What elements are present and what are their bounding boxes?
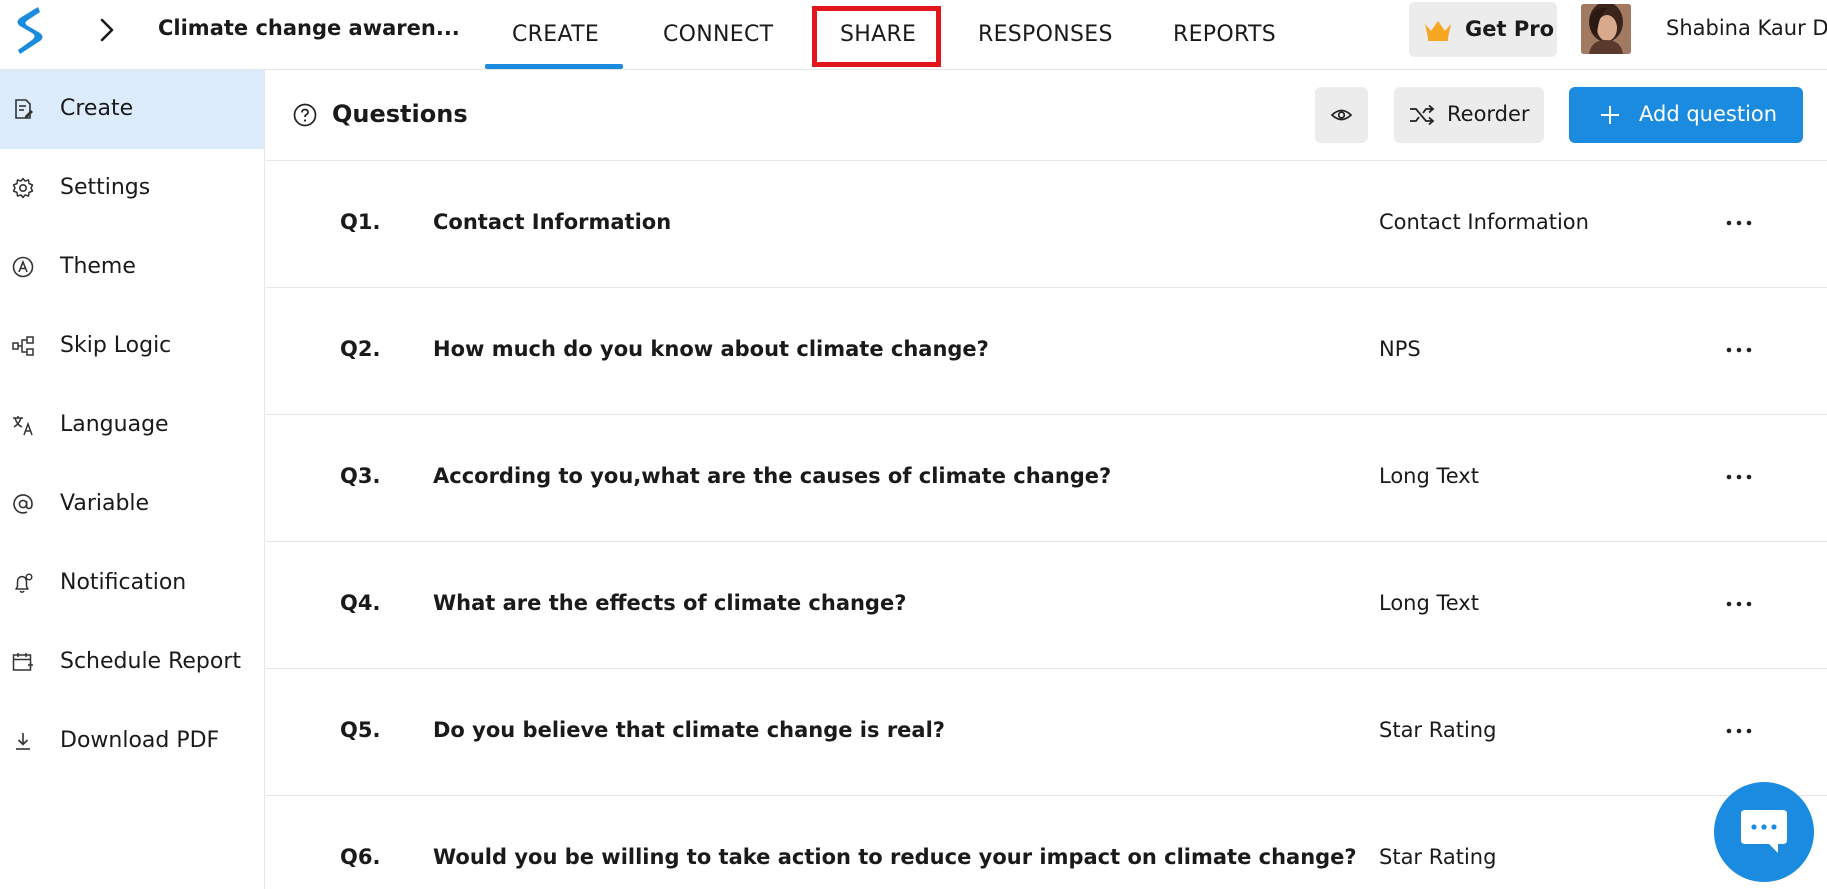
sidebar-item-label: Schedule Report <box>60 649 242 674</box>
question-number: Q2. <box>340 337 381 361</box>
at-icon <box>13 494 33 514</box>
question-number: Q6. <box>340 845 381 869</box>
get-pro-label: Get Pro <box>1465 17 1555 41</box>
get-pro-button[interactable]: Get Pro <box>1409 2 1557 57</box>
eye-icon <box>1330 109 1353 121</box>
plus-icon <box>1601 106 1619 124</box>
questions-panel: Questions Reorder Add question Q1. Conta… <box>266 70 1827 889</box>
question-type: Long Text <box>1379 464 1479 488</box>
sidebar: Create Settings Theme Skip Logic Languag… <box>0 70 265 889</box>
sidebar-item-create[interactable]: Create <box>0 70 264 149</box>
calendar-icon <box>12 653 33 671</box>
page-title: Questions <box>332 100 468 128</box>
chevron-right-icon[interactable] <box>96 16 118 44</box>
question-text[interactable]: How much do you know about climate chang… <box>433 337 989 361</box>
sidebar-item-label: Create <box>60 96 134 121</box>
sidebar-item-language[interactable]: Language <box>0 386 264 465</box>
question-text[interactable]: Would you be willing to take action to r… <box>433 845 1357 869</box>
shuffle-icon <box>1410 104 1435 126</box>
translate-icon <box>13 416 33 436</box>
sidebar-item-label: Settings <box>60 175 151 200</box>
tab-reports[interactable]: REPORTS <box>1173 22 1276 47</box>
question-row[interactable]: Q6. Would you be willing to take action … <box>266 796 1827 889</box>
chat-bubble-icon <box>1741 810 1787 853</box>
help-circle-icon <box>293 103 317 127</box>
question-type: Star Rating <box>1379 718 1497 742</box>
tab-responses[interactable]: RESPONSES <box>978 22 1113 47</box>
more-options-icon[interactable] <box>1724 721 1754 741</box>
question-type: NPS <box>1379 337 1421 361</box>
sidebar-item-schedule-report[interactable]: Schedule Report <box>0 623 264 702</box>
sidebar-item-label: Skip Logic <box>60 333 172 358</box>
skip-logic-icon <box>12 336 34 356</box>
share-highlight-box <box>812 6 941 67</box>
app-logo-icon[interactable] <box>12 4 46 56</box>
chat-widget-button[interactable] <box>1714 782 1814 882</box>
sidebar-item-label: Variable <box>60 491 150 516</box>
sidebar-item-settings[interactable]: Settings <box>0 149 264 228</box>
gear-icon <box>12 177 34 199</box>
user-name[interactable]: Shabina Kaur Dh <box>1666 16 1827 40</box>
sidebar-item-label: Notification <box>60 570 187 595</box>
question-type: Star Rating <box>1379 845 1497 869</box>
form-title[interactable]: Climate change awaren... <box>158 16 460 40</box>
reorder-label: Reorder <box>1447 102 1530 126</box>
bell-icon <box>15 573 33 593</box>
question-row[interactable]: Q4. What are the effects of climate chan… <box>266 542 1827 669</box>
crown-icon <box>1425 21 1451 41</box>
sidebar-item-skip-logic[interactable]: Skip Logic <box>0 307 264 386</box>
question-text[interactable]: Contact Information <box>433 210 671 234</box>
sidebar-item-download-pdf[interactable]: Download PDF <box>0 702 264 781</box>
question-text[interactable]: According to you,what are the causes of … <box>433 464 1111 488</box>
sidebar-item-label: Theme <box>60 254 136 279</box>
sidebar-item-notification[interactable]: Notification <box>0 544 264 623</box>
question-row[interactable]: Q2. How much do you know about climate c… <box>266 288 1827 415</box>
theme-icon <box>12 256 34 278</box>
more-options-icon[interactable] <box>1724 594 1754 614</box>
sidebar-item-label: Language <box>60 412 169 437</box>
top-bar: Climate change awaren... CREATE CONNECT … <box>0 0 1827 70</box>
more-options-icon[interactable] <box>1724 213 1754 233</box>
question-number: Q5. <box>340 718 381 742</box>
question-type: Long Text <box>1379 591 1479 615</box>
sidebar-item-variable[interactable]: Variable <box>0 465 264 544</box>
more-options-icon[interactable] <box>1724 467 1754 487</box>
form-edit-icon <box>15 99 33 119</box>
avatar[interactable] <box>1581 4 1631 54</box>
reorder-button[interactable]: Reorder <box>1394 87 1544 143</box>
question-row[interactable]: Q5. Do you believe that climate change i… <box>266 669 1827 796</box>
question-number: Q4. <box>340 591 381 615</box>
question-row[interactable]: Q3. According to you,what are the causes… <box>266 415 1827 542</box>
more-options-icon[interactable] <box>1724 340 1754 360</box>
download-icon <box>16 733 30 750</box>
question-number: Q3. <box>340 464 381 488</box>
questions-header: Questions Reorder Add question <box>266 70 1827 161</box>
preview-button[interactable] <box>1315 87 1368 143</box>
active-tab-indicator <box>485 64 623 69</box>
add-question-label: Add question <box>1639 102 1778 126</box>
sidebar-item-theme[interactable]: Theme <box>0 228 264 307</box>
sidebar-item-label: Download PDF <box>60 728 220 753</box>
question-row[interactable]: Q1. Contact Information Contact Informat… <box>266 161 1827 288</box>
question-text[interactable]: What are the effects of climate change? <box>433 591 906 615</box>
question-text[interactable]: Do you believe that climate change is re… <box>433 718 945 742</box>
add-question-button[interactable]: Add question <box>1569 87 1803 143</box>
tab-connect[interactable]: CONNECT <box>663 22 773 47</box>
question-number: Q1. <box>340 210 381 234</box>
question-type: Contact Information <box>1379 210 1589 234</box>
tab-create[interactable]: CREATE <box>512 22 599 47</box>
